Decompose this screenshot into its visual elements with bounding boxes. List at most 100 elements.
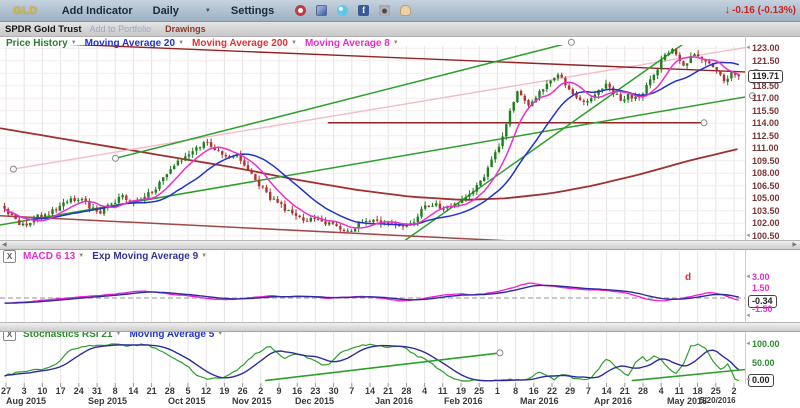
price-axis-label: 121.50	[752, 56, 780, 66]
date-tick-label: 4	[422, 386, 427, 396]
chevron-down-icon[interactable]: ▼	[291, 40, 297, 46]
chart-application: GLD Add Indicator Daily▼ Settings f ↓-0.…	[0, 0, 800, 408]
price-axis-label: 103.50	[752, 206, 780, 216]
date-tick-label: 16	[292, 386, 302, 396]
stoch-axis-label: 50.00	[752, 358, 775, 368]
date-tick-label: 8	[113, 386, 118, 396]
price-axis-label: 109.50	[752, 156, 780, 166]
macd-close-button[interactable]: X	[3, 250, 16, 263]
scroll-right-icon[interactable]: ▶	[792, 241, 797, 249]
trendline-handle[interactable]	[10, 166, 16, 172]
date-tick-label: 31	[92, 386, 102, 396]
date-tick-label: 3	[22, 386, 27, 396]
price-axis-label: 115.50	[752, 106, 779, 116]
trendline[interactable]	[373, 38, 692, 263]
date-tick-label: 28	[401, 386, 411, 396]
date-tick-label: 14	[365, 386, 375, 396]
pane-divider[interactable]	[0, 322, 800, 332]
date-tick-label: 27	[1, 386, 11, 396]
month-label: Oct 2015	[168, 396, 206, 406]
date-tick-label: 14	[602, 386, 612, 396]
indicator-label[interactable]: Moving Average 8▼	[305, 38, 399, 49]
date-tick-label: 30	[329, 386, 339, 396]
trendline-handle[interactable]	[113, 155, 119, 161]
date-tick-label: 2	[258, 386, 263, 396]
month-label: Dec 2015	[295, 396, 334, 406]
trendline[interactable]	[13, 46, 756, 169]
date-tick-label: 12	[201, 386, 211, 396]
date-tick-label: 25	[711, 386, 721, 396]
date-tick-label: 21	[620, 386, 630, 396]
price-axis-label: 105.00	[752, 193, 780, 203]
date-tick-label: 8	[513, 386, 518, 396]
chart-canvas	[0, 0, 800, 408]
chevron-down-icon[interactable]: ▼	[178, 40, 184, 46]
date-tick-label: 17	[56, 386, 66, 396]
axis-scale-arrow-icon[interactable]: ◄	[745, 341, 751, 347]
chevron-down-icon[interactable]: ▼	[71, 40, 77, 46]
date-tick-label: 4	[659, 386, 664, 396]
price-axis-label: 112.50	[752, 131, 779, 141]
month-label: Aug 2015	[6, 396, 46, 406]
macd-axis-label: 3.00	[752, 272, 770, 282]
price-pane-legend: Price History▼ Moving Average 20▼ Moving A…	[6, 37, 407, 50]
trendline-handle[interactable]	[568, 39, 574, 45]
macd-axis-label: 1.50	[752, 283, 770, 293]
date-tick-label: 21	[383, 386, 393, 396]
macd-annotation-d: d	[685, 272, 691, 283]
date-tick-label: 10	[37, 386, 47, 396]
date-tick-label: 26	[238, 386, 248, 396]
date-tick-label: 28	[165, 386, 175, 396]
indicator-label[interactable]: Price History▼	[6, 38, 77, 49]
axis-scale-arrow-icon[interactable]: ◄	[745, 233, 751, 239]
macd-line	[5, 283, 739, 303]
axis-scale-arrow-icon[interactable]: ◄	[745, 313, 751, 319]
indicator-label[interactable]: Exp Moving Average 9▼	[92, 251, 207, 262]
date-tick-label: 21	[147, 386, 157, 396]
price-axis-label: 111.00	[752, 143, 779, 153]
price-axis-label: 102.00	[752, 218, 780, 228]
date-tick-label: 2	[731, 386, 736, 396]
date-tick-label: 28	[638, 386, 648, 396]
month-label: Mar 2016	[520, 396, 559, 406]
indicator-label[interactable]: Moving Average 20▼	[85, 38, 184, 49]
date-tick-label: 9	[276, 386, 281, 396]
date-tick-label: 22	[547, 386, 557, 396]
month-label: Feb 2016	[444, 396, 483, 406]
date-tick-label: 29	[565, 386, 575, 396]
stoch-value-box: 0.00	[748, 374, 774, 387]
chevron-down-icon[interactable]: ▼	[201, 253, 207, 259]
date-tick-label: 11	[675, 386, 685, 396]
last-date-label: 5/20/2016	[700, 396, 736, 405]
macd-axis-label: -1.50	[752, 304, 773, 314]
price-axis-label: 100.50	[752, 231, 780, 241]
axis-scale-arrow-icon[interactable]: ◄	[745, 45, 751, 51]
scroll-left-icon[interactable]: ◀	[2, 241, 7, 249]
axis-scale-arrow-icon[interactable]: ◄	[745, 377, 751, 383]
date-tick-label: 18	[693, 386, 703, 396]
trendline-handle[interactable]	[497, 350, 503, 356]
date-tick-label: 19	[456, 386, 466, 396]
month-label: Apr 2016	[594, 396, 632, 406]
indicator-label[interactable]: MACD 6 13▼	[23, 251, 84, 262]
chevron-down-icon[interactable]: ▼	[393, 40, 399, 46]
date-tick-label: 16	[529, 386, 539, 396]
trendline-handle[interactable]	[701, 120, 707, 126]
date-tick-label: 24	[74, 386, 84, 396]
stoch-axis-label: 100.00	[752, 339, 780, 349]
month-label: Jan 2016	[375, 396, 413, 406]
ma20-line	[5, 62, 739, 225]
chevron-down-icon[interactable]: ▼	[78, 253, 84, 259]
price-axis-label: 117.00	[752, 93, 779, 103]
price-axis-label: 106.50	[752, 181, 780, 191]
date-tick-label: 11	[438, 386, 448, 396]
axis-scale-arrow-icon[interactable]: ◄	[745, 274, 751, 280]
date-tick-label: 7	[349, 386, 354, 396]
date-tick-label: 25	[474, 386, 484, 396]
month-label: Nov 2015	[232, 396, 272, 406]
ma200-line	[0, 128, 738, 200]
indicator-label[interactable]: Moving Average 200▼	[192, 38, 297, 49]
date-tick-label: 5	[185, 386, 190, 396]
price-scrollbar[interactable]: ◀ ▶	[0, 240, 800, 250]
trendline[interactable]	[632, 370, 745, 381]
